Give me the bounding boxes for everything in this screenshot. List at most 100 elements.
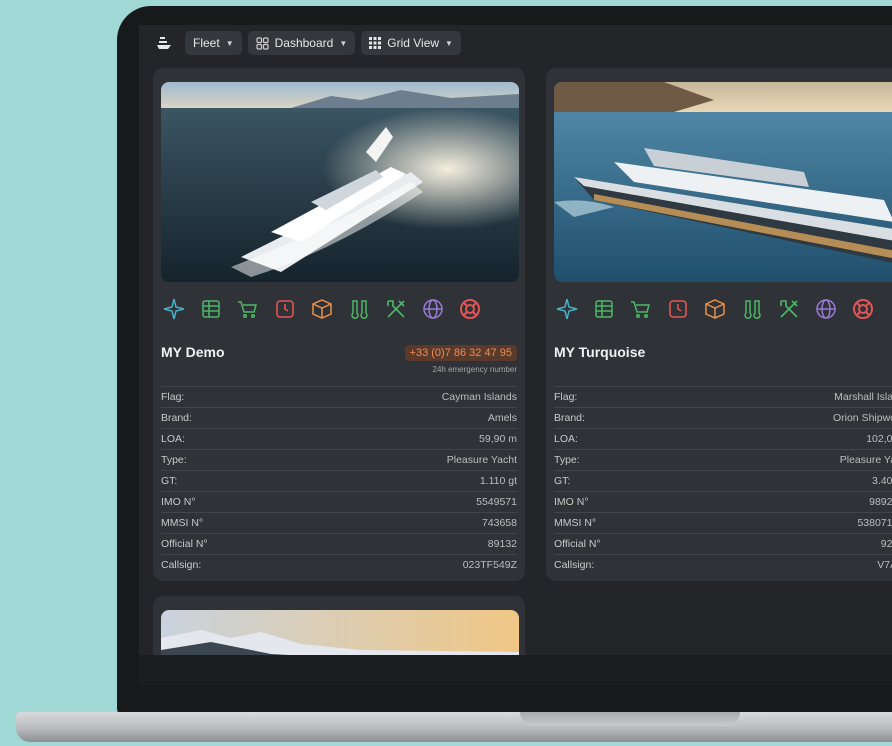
spreadsheet-icon[interactable] — [591, 296, 616, 321]
yacht-photo — [554, 82, 892, 282]
dashboard-grid-icon — [256, 36, 269, 50]
detail-value: 59,90 m — [479, 433, 517, 445]
detail-label: MMSI N° — [554, 517, 597, 529]
fleet-dropdown[interactable]: Fleet ▼ — [185, 31, 242, 55]
yacht-photo — [161, 610, 519, 655]
lifebuoy-icon[interactable] — [850, 296, 875, 321]
detail-row-mmsi: MMSI N° 743658 — [161, 512, 517, 533]
detail-value: Orion Shipworks — [832, 412, 892, 424]
cart-icon[interactable] — [628, 296, 653, 321]
yacht-details-table: Flag: Cayman Islands Brand: Amels LOA: 59,9… — [161, 386, 517, 575]
detail-row-flag: Flag: Marshall Islands — [554, 386, 892, 407]
detail-row-gt: GT: 1.110 gt — [161, 470, 517, 491]
detail-value: 3.400 gt — [872, 475, 892, 487]
detail-label: LOA: — [554, 433, 578, 445]
dashboard-dropdown[interactable]: Dashboard ▼ — [247, 31, 356, 55]
detail-row-brand: Brand: Orion Shipworks — [554, 407, 892, 428]
view-label: Grid View — [387, 36, 440, 50]
detail-label: Brand: — [554, 412, 585, 424]
detail-value: Pleasure Yacht — [839, 454, 892, 466]
yacht-details-table: Flag: Marshall Islands Brand: Orion Shipwo… — [554, 386, 892, 575]
compass-icon[interactable] — [554, 296, 579, 321]
detail-label: Official N° — [554, 538, 601, 550]
detail-row-callsign: Callsign: 023TF549Z — [161, 554, 517, 575]
tools-icon[interactable] — [776, 296, 801, 321]
detail-value: 743658 — [481, 517, 517, 529]
clock-icon[interactable] — [665, 296, 690, 321]
detail-row-type: Type: Pleasure Yacht — [554, 449, 892, 470]
detail-value: Cayman Islands — [441, 391, 517, 403]
detail-row-gt: GT: 3.400 gt — [554, 470, 892, 491]
lifebuoy-icon[interactable] — [457, 296, 482, 321]
detail-value: 102,00 m — [866, 433, 892, 445]
detail-value: 5549571 — [476, 496, 517, 508]
yacht-logo-icon[interactable] — [153, 31, 175, 55]
detail-label: Callsign: — [554, 559, 595, 571]
detail-label: Type: — [554, 454, 580, 466]
view-dropdown[interactable]: Grid View ▼ — [361, 31, 461, 55]
detail-label: GT: — [161, 475, 178, 487]
thermometer-icon[interactable] — [739, 296, 764, 321]
spreadsheet-icon[interactable] — [198, 296, 223, 321]
package-icon[interactable] — [309, 296, 334, 321]
detail-value: 1.110 gt — [479, 475, 517, 487]
yacht-card[interactable]: MY Demo +33 (0)7 86 32 47 95 24h emergen… — [153, 68, 525, 581]
fleet-label: Fleet — [193, 36, 220, 50]
detail-row-brand: Brand: Amels — [161, 407, 517, 428]
detail-row-callsign: Callsign: V7AB1 — [554, 554, 892, 575]
yacht-card[interactable]: MY Turquoise Flag: Marshall Islands Brand… — [546, 68, 892, 581]
yacht-name: MY Demo — [161, 344, 225, 360]
clock-icon[interactable] — [272, 296, 297, 321]
package-icon[interactable] — [702, 296, 727, 321]
detail-label: IMO N° — [554, 496, 589, 508]
chevron-down-icon: ▼ — [339, 38, 348, 48]
toolbar: Fleet ▼ Dashboard ▼ Grid View ▼ — [153, 31, 461, 55]
yacht-photo — [161, 82, 519, 282]
detail-row-official: Official N° 92431 — [554, 533, 892, 554]
globe-icon[interactable] — [813, 296, 838, 321]
dashboard-label: Dashboard — [274, 36, 334, 50]
detail-value: 023TF549Z — [462, 559, 517, 571]
yacht-card[interactable] — [153, 596, 525, 655]
module-icon-row — [161, 296, 482, 321]
detail-row-imo: IMO N° 5549571 — [161, 491, 517, 512]
detail-label: Callsign: — [161, 559, 202, 571]
detail-row-mmsi: MMSI N° 538071221 — [554, 512, 892, 533]
detail-row-official: Official N° 89132 — [161, 533, 517, 554]
detail-label: MMSI N° — [161, 517, 204, 529]
globe-icon[interactable] — [420, 296, 445, 321]
detail-value: 89132 — [487, 538, 517, 550]
screen-bezel — [139, 655, 892, 685]
detail-row-imo: IMO N° 9892012 — [554, 491, 892, 512]
detail-row-flag: Flag: Cayman Islands — [161, 386, 517, 407]
detail-value: V7AB1 — [877, 559, 892, 571]
emergency-phone-badge[interactable]: +33 (0)7 86 32 47 95 — [404, 345, 517, 361]
detail-row-type: Type: Pleasure Yacht — [161, 449, 517, 470]
detail-value: 92431 — [880, 538, 892, 550]
detail-value: Marshall Islands — [834, 391, 892, 403]
detail-label: GT: — [554, 475, 571, 487]
detail-label: Flag: — [161, 391, 185, 403]
yacht-name: MY Turquoise — [554, 344, 646, 360]
chevron-down-icon: ▼ — [225, 38, 234, 48]
compass-icon[interactable] — [161, 296, 186, 321]
detail-label: IMO N° — [161, 496, 196, 508]
detail-value: 538071221 — [857, 517, 892, 529]
detail-label: Flag: — [554, 391, 578, 403]
detail-value: Pleasure Yacht — [446, 454, 517, 466]
detail-row-loa: LOA: 59,90 m — [161, 428, 517, 449]
laptop-notch — [520, 712, 740, 726]
detail-row-loa: LOA: 102,00 m — [554, 428, 892, 449]
tools-icon[interactable] — [383, 296, 408, 321]
detail-label: LOA: — [161, 433, 185, 445]
grid-view-icon — [369, 37, 382, 49]
detail-label: Brand: — [161, 412, 192, 424]
thermometer-icon[interactable] — [346, 296, 371, 321]
chevron-down-icon: ▼ — [445, 38, 453, 48]
module-icon-row — [554, 296, 875, 321]
detail-value: Amels — [487, 412, 517, 424]
detail-label: Official N° — [161, 538, 208, 550]
app-screen: Fleet ▼ Dashboard ▼ Grid View ▼ MY Demo … — [139, 25, 892, 655]
laptop-base — [16, 712, 892, 742]
cart-icon[interactable] — [235, 296, 260, 321]
